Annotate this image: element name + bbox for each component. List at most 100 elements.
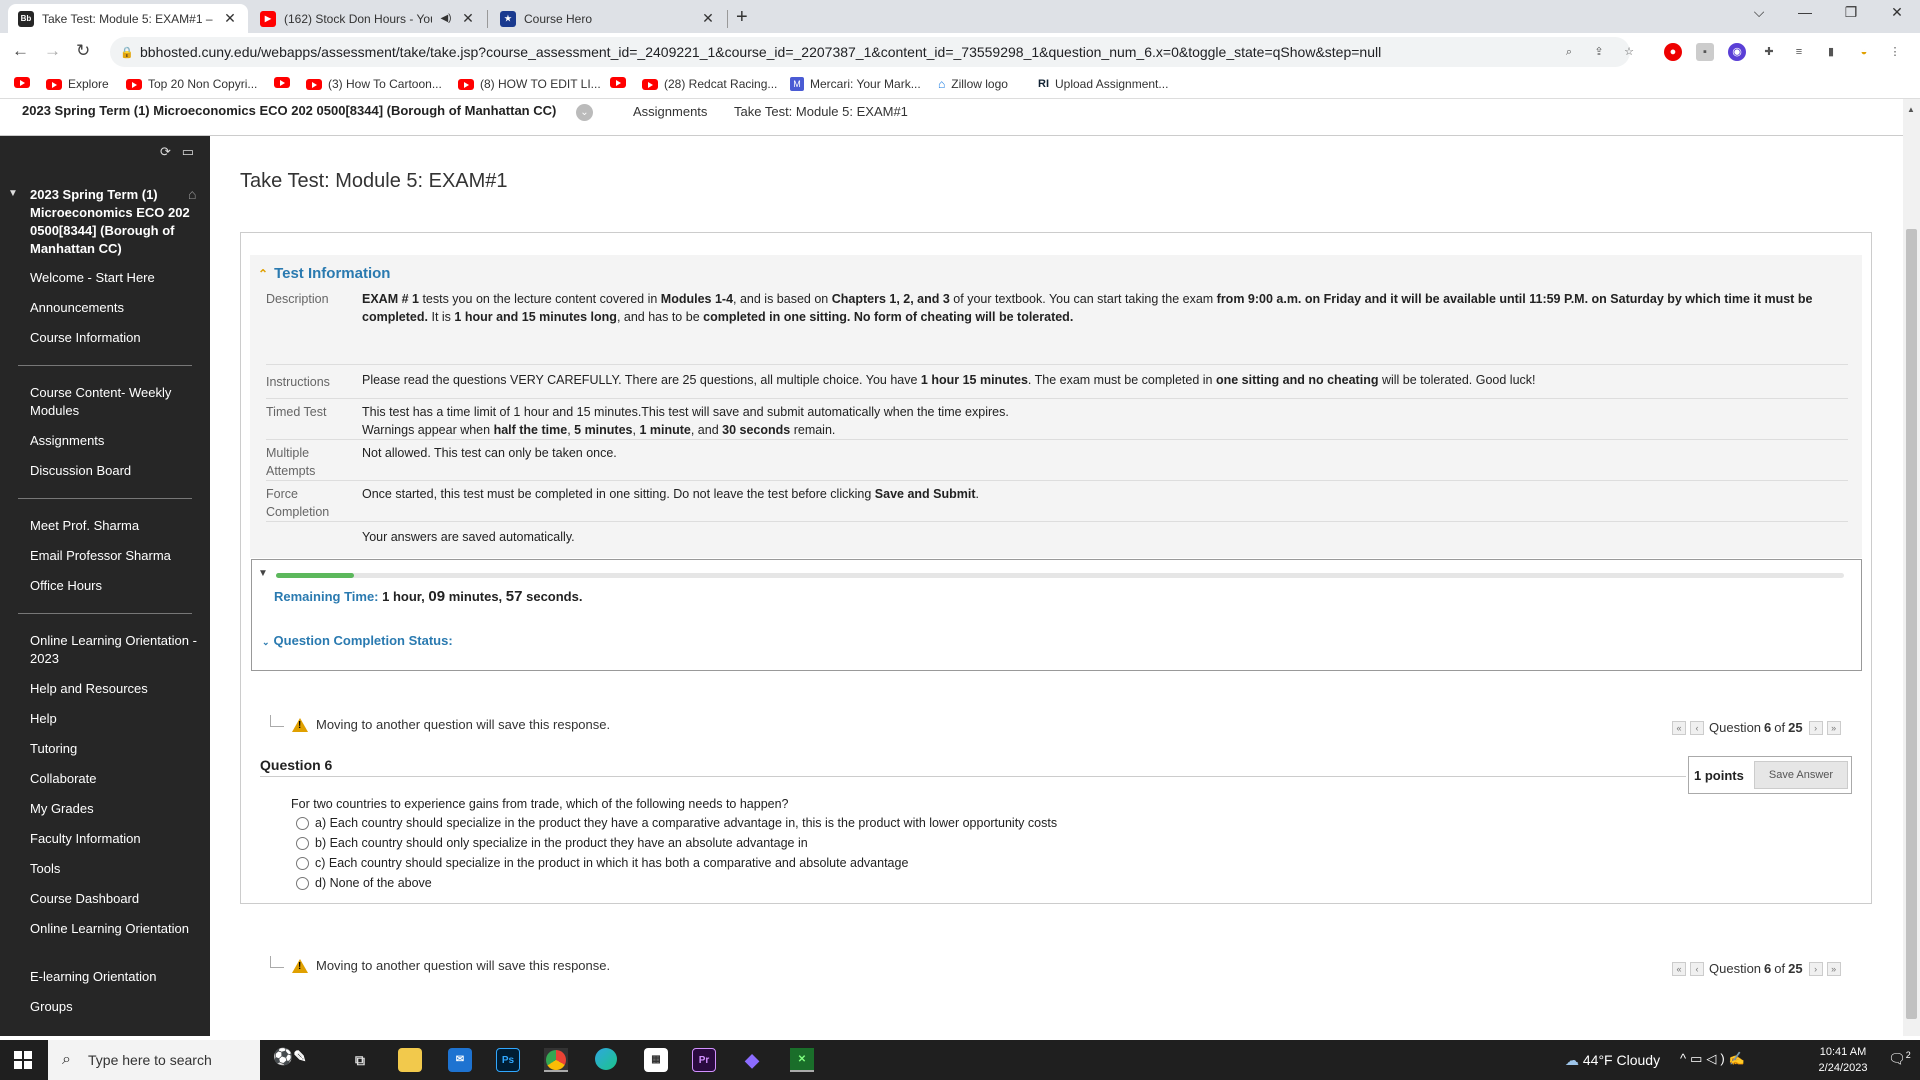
bookmark-top20[interactable]: Top 20 Non Copyri...	[126, 77, 257, 91]
pen-icon[interactable]: ✍	[1729, 1051, 1749, 1066]
bookmark-mercari[interactable]: M Mercari: Your Mark...	[790, 77, 921, 91]
audio-icon[interactable]: ◀)	[438, 13, 454, 24]
sidebar-item-online-learning-orientation[interactable]: Online Learning Orientation	[30, 920, 200, 938]
sidebar-item-tutoring[interactable]: Tutoring	[30, 740, 200, 758]
close-tab-icon[interactable]: ✕	[700, 10, 716, 27]
answer-option-b[interactable]: b) Each country should only specialize i…	[296, 836, 808, 850]
sidebar-item-assignments[interactable]: Assignments	[30, 432, 200, 450]
collapse-triangle-icon[interactable]: ▼	[258, 568, 268, 579]
side-panel-icon[interactable]: ▮	[1822, 43, 1840, 61]
tab-youtube[interactable]: ▶ (162) Stock Don Hours - You ◀) ✕	[250, 4, 486, 33]
menu-kebab-icon[interactable]: ⋮	[1886, 43, 1904, 61]
next-question-icon[interactable]: ›	[1808, 720, 1823, 735]
radio-button[interactable]	[296, 856, 309, 870]
sidebar-item-course-dashboard[interactable]: Course Dashboard	[30, 890, 200, 908]
file-explorer-icon[interactable]	[398, 1048, 422, 1072]
share-icon[interactable]: ⇪	[1590, 43, 1608, 61]
extension-adblock-icon[interactable]: ●	[1664, 43, 1682, 61]
bookmark-edit[interactable]: (8) HOW TO EDIT LI...	[458, 77, 601, 91]
radio-button[interactable]	[296, 816, 309, 830]
radio-button[interactable]	[296, 836, 309, 850]
sidebar-item-online-learning-2023[interactable]: Online Learning Orientation - 2023	[30, 632, 200, 668]
answer-option-c[interactable]: c) Each country should specialize in the…	[296, 856, 908, 870]
taskbar-search-input[interactable]: ⌕ Type here to search	[48, 1040, 260, 1080]
bookmark-zillow[interactable]: ⌂ Zillow logo	[938, 77, 1008, 91]
bookmark-cartoon[interactable]: (3) How To Cartoon...	[306, 77, 442, 91]
sidebar-item-meet-prof[interactable]: Meet Prof. Sharma	[30, 517, 200, 535]
sidebar-item-help-resources[interactable]: Help and Resources	[30, 680, 200, 698]
tray-icons[interactable]: ^▭◁)✍	[1680, 1051, 1749, 1067]
previous-question-icon[interactable]: ‹	[1690, 961, 1704, 976]
sidebar-item-my-grades[interactable]: My Grades	[30, 800, 200, 818]
last-question-icon[interactable]: »	[1826, 961, 1841, 976]
new-tab-icon[interactable]: +	[736, 6, 748, 29]
breadcrumb-assignments[interactable]: Assignments	[633, 104, 707, 119]
close-window-icon[interactable]: ✕	[1882, 4, 1912, 21]
windows-start-icon[interactable]	[14, 1051, 32, 1069]
tab-take-test[interactable]: Bb Take Test: Module 5: EXAM#1 – 2 ✕	[8, 4, 248, 33]
bookmark-youtube[interactable]	[274, 77, 296, 88]
forward-arrow-icon[interactable]: →	[44, 41, 61, 61]
tab-course-hero[interactable]: ★ Course Hero ✕	[490, 4, 726, 33]
close-tab-icon[interactable]: ✕	[222, 10, 238, 27]
notification-icon[interactable]: 🗨2	[1888, 1050, 1911, 1068]
sidebar-item-announcements[interactable]: Announcements	[30, 299, 200, 317]
bookmark-star-icon[interactable]: ☆	[1620, 43, 1638, 61]
clock[interactable]: 10:41 AM 2/24/2023	[1808, 1044, 1878, 1076]
task-view-icon[interactable]: ⧉	[348, 1048, 372, 1072]
chevron-up-icon[interactable]: ^	[1680, 1051, 1690, 1066]
network-icon[interactable]: ▭	[1690, 1051, 1706, 1066]
sidebar-item-course-content[interactable]: Course Content- Weekly Modules	[30, 384, 200, 420]
profile-icon[interactable]: ◒	[1855, 43, 1873, 61]
home-icon[interactable]: ⌂	[188, 186, 196, 202]
sidebar-item-tools[interactable]: Tools	[30, 860, 200, 878]
sidebar-item-groups[interactable]: Groups	[30, 998, 200, 1016]
sidebar-item-faculty-information[interactable]: Faculty Information	[30, 830, 200, 848]
sidebar-item-welcome[interactable]: Welcome - Start Here	[30, 269, 200, 287]
close-tab-icon[interactable]: ✕	[460, 10, 476, 27]
scroll-up-icon[interactable]: ▲	[1907, 105, 1915, 114]
page-scrollbar[interactable]: ▲	[1903, 99, 1920, 1036]
tab-search-chevron-icon[interactable]: ⌵	[1744, 4, 1774, 21]
media-controls-icon[interactable]: ≡	[1790, 43, 1808, 61]
volume-icon[interactable]: ◁)	[1706, 1051, 1728, 1066]
extension-purple-icon[interactable]: ◉	[1728, 43, 1746, 61]
search-highlight-icon[interactable]: ⚽✎	[262, 1046, 318, 1070]
bookmark-upload[interactable]: RI Upload Assignment...	[1038, 77, 1168, 91]
refresh-icon[interactable]: ⟳	[160, 144, 171, 159]
bookmark-explore[interactable]: Explore	[46, 77, 109, 91]
minimize-icon[interactable]: —	[1790, 4, 1820, 20]
collapse-triangle-icon[interactable]: ▼	[8, 188, 18, 199]
sidebar-item-discussion-board[interactable]: Discussion Board	[30, 462, 200, 480]
spreadsheet-app-icon[interactable]: ✕	[790, 1048, 814, 1072]
sidebar-item-collaborate[interactable]: Collaborate	[30, 770, 200, 788]
bookmark-youtube[interactable]	[610, 77, 632, 88]
back-arrow-icon[interactable]: ←	[12, 41, 29, 61]
premiere-icon[interactable]: Pr	[692, 1048, 716, 1072]
weather-widget[interactable]: ☁ 44°F Cloudy	[1565, 1052, 1660, 1069]
app-icon[interactable]: ◆	[740, 1048, 764, 1072]
mail-icon[interactable]: ✉	[448, 1048, 472, 1072]
bookmark-redcat[interactable]: (28) Redcat Racing...	[642, 77, 777, 91]
answer-option-a[interactable]: a) Each country should specialize in the…	[296, 816, 1057, 830]
sidebar-item-course-information[interactable]: Course Information	[30, 329, 200, 347]
sidebar-course-title[interactable]: 2023 Spring Term (1) Microeconomics ECO …	[30, 186, 190, 258]
reload-icon[interactable]: ↻	[76, 41, 90, 61]
extensions-puzzle-icon[interactable]: ✚	[1760, 43, 1778, 61]
sidebar-item-email-professor[interactable]: Email Professor Sharma	[30, 547, 200, 565]
restore-icon[interactable]: ❐	[1836, 4, 1866, 21]
address-bar[interactable]: 🔒 bbhosted.cuny.edu/webapps/assessment/t…	[110, 37, 1630, 67]
bookmark-youtube[interactable]	[14, 77, 36, 88]
question-completion-status-toggle[interactable]: ⌄ Question Completion Status:	[262, 633, 453, 648]
answer-option-d[interactable]: d) None of the above	[296, 876, 432, 890]
last-question-icon[interactable]: »	[1826, 720, 1841, 735]
store-icon[interactable]: ▦	[644, 1048, 668, 1072]
zoom-icon[interactable]: ⌕	[1560, 43, 1578, 61]
course-name-link[interactable]: 2023 Spring Term (1) Microeconomics ECO …	[22, 103, 556, 118]
first-question-icon[interactable]: «	[1672, 720, 1686, 735]
sidebar-item-e-learning[interactable]: E-learning Orientation	[30, 968, 200, 986]
scrollbar-thumb[interactable]	[1906, 229, 1917, 1019]
sidebar-item-help[interactable]: Help	[30, 710, 200, 728]
folder-icon[interactable]: ▭	[182, 144, 194, 159]
sidebar-item-office-hours[interactable]: Office Hours	[30, 577, 200, 595]
